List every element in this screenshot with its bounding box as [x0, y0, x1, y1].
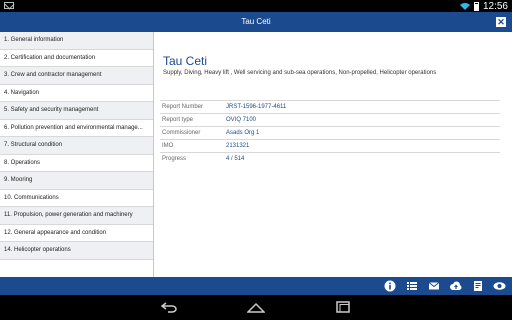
detail-label: Progress [162, 156, 187, 162]
back-icon[interactable] [160, 301, 178, 313]
detail-row-progress: Progress 4 / 514 [160, 152, 500, 165]
detail-row-commissioner: Commissioner Asads Org 1 [160, 126, 500, 139]
detail-value: Asads Org 1 [226, 130, 260, 136]
sidebar-item-structural-condition[interactable]: 7. Structural condition [0, 137, 153, 155]
sidebar-item-general-appearance[interactable]: 12. General appearance and condition [0, 225, 153, 242]
title-bar: Tau Ceti ✕ [0, 12, 512, 32]
mail-icon[interactable] [427, 280, 440, 292]
sidebar: 1. General information 2. Certification … [0, 32, 154, 277]
sidebar-item-safety-security[interactable]: 5. Safety and security management [0, 102, 153, 120]
sidebar-item-crew-contractor[interactable]: 3. Crew and contractor management [0, 67, 153, 85]
sidebar-item-general-information[interactable]: 1. General information [0, 32, 153, 50]
detail-value: 4 / 514 [226, 156, 245, 162]
detail-value: 2131321 [226, 143, 250, 149]
list-icon[interactable] [405, 280, 418, 292]
home-icon[interactable] [246, 301, 266, 313]
sidebar-item-operations[interactable]: 8. Operations [0, 155, 153, 172]
close-icon[interactable]: ✕ [496, 17, 506, 27]
detail-label: Report type [162, 117, 194, 123]
mail-notification-icon [4, 2, 14, 9]
cloud-upload-icon[interactable] [449, 280, 462, 292]
eye-icon[interactable] [493, 280, 506, 292]
wifi-icon [460, 1, 470, 11]
document-icon[interactable] [471, 280, 484, 292]
detail-pane: Tau Ceti Supply, Diving, Heavy lift , We… [154, 32, 512, 277]
sidebar-item-navigation[interactable]: 4. Navigation [0, 85, 153, 102]
report-details: Report Number JRST-1596-1977-4611 Report… [160, 100, 500, 165]
detail-row-report-type: Report type OVIQ 7100 [160, 113, 500, 126]
recent-apps-icon[interactable] [334, 301, 352, 313]
battery-icon [473, 1, 479, 11]
detail-value: OVIQ 7100 [226, 117, 257, 123]
system-nav-bar [0, 295, 512, 320]
sidebar-item-certification[interactable]: 2. Certification and documentation [0, 50, 153, 67]
detail-label: Report Number [162, 104, 204, 110]
detail-label: IMO [162, 143, 174, 149]
vessel-types: Supply, Diving, Heavy lift , Well servic… [163, 70, 437, 76]
page-title: Tau Ceti [163, 54, 208, 68]
info-icon[interactable] [383, 280, 396, 292]
detail-value: JRST-1596-1977-4611 [226, 104, 287, 110]
sidebar-item-helicopter-operations[interactable]: 14. Helicopter operations [0, 242, 153, 260]
sidebar-item-communications[interactable]: 10. Communications [0, 190, 153, 207]
sidebar-item-mooring[interactable]: 9. Mooring [0, 172, 153, 190]
detail-row-report-number: Report Number JRST-1596-1977-4611 [160, 100, 500, 113]
sidebar-item-pollution-prevention[interactable]: 6. Pollution prevention and environmenta… [0, 120, 153, 137]
window-title: Tau Ceti [241, 17, 271, 26]
status-indicators: 12:56 [460, 0, 508, 12]
detail-row-imo: IMO 2131321 [160, 139, 500, 152]
status-bar: 12:56 [0, 0, 512, 12]
clock: 12:56 [482, 0, 508, 12]
sidebar-item-propulsion[interactable]: 11. Propulsion, power generation and mac… [0, 207, 153, 225]
bottom-toolbar [0, 277, 512, 295]
detail-label: Commissioner [162, 130, 201, 136]
